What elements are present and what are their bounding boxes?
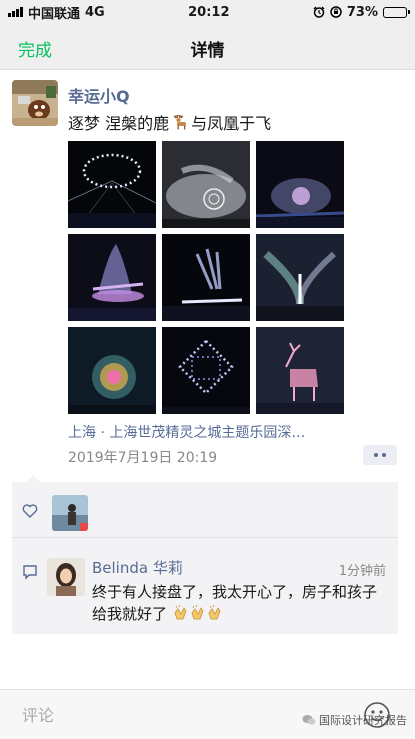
orientation-lock-icon	[330, 6, 342, 18]
commenter-avatar[interactable]	[47, 558, 85, 596]
interaction-panel: Belinda 华莉 1分钟前 终于有人接盘了，我太开心了，房子和孩子给我就好了	[12, 475, 398, 634]
watermark: 国际设计研究报告	[302, 712, 407, 728]
post-text-before: 逐梦 涅槃的鹿	[68, 114, 170, 133]
page-title: 详情	[190, 41, 225, 61]
photo-7[interactable]	[68, 327, 156, 414]
comment-time: 1分钟前	[338, 564, 386, 579]
photo-3[interactable]	[256, 141, 344, 228]
clap-emoji-icon	[191, 605, 204, 620]
photo-4[interactable]	[68, 234, 156, 321]
carrier-name: 中国联通	[28, 6, 81, 22]
signal-strength-icon	[8, 7, 23, 17]
post-timestamp: 2019年7月19日 20:19	[68, 450, 218, 466]
comment-input[interactable]	[10, 698, 350, 732]
nav-bar: 完成 详情	[0, 24, 415, 70]
battery-icon	[383, 6, 410, 18]
photo-5[interactable]	[162, 234, 250, 321]
alarm-icon	[313, 6, 325, 18]
photo-2[interactable]	[162, 141, 250, 228]
photo-1[interactable]	[68, 141, 156, 228]
photo-9[interactable]	[256, 327, 344, 414]
watermark-text: 国际设计研究报告	[319, 714, 407, 727]
dot-icon	[382, 453, 386, 457]
comment-icon	[23, 565, 37, 580]
photo-grid	[68, 141, 344, 415]
post-text: 逐梦 涅槃的鹿 与凤凰于飞	[68, 110, 271, 134]
post-location[interactable]: 上海 · 上海世茂精灵之城主题乐园深…	[68, 422, 358, 442]
battery-percent: 73%	[346, 4, 378, 20]
status-time: 20:12	[188, 4, 230, 20]
post-text-after: 与凤凰于飞	[191, 114, 272, 133]
poster-avatar[interactable]	[12, 80, 58, 126]
clap-emoji-icon	[174, 605, 187, 620]
comment-text[interactable]: 终于有人接盘了，我太开心了，房子和孩子给我就好了	[92, 581, 390, 625]
photo-8[interactable]	[162, 327, 250, 414]
wechat-icon	[302, 715, 316, 725]
heart-icon	[22, 504, 38, 518]
like-row	[12, 482, 398, 538]
liker-avatar[interactable]	[52, 495, 88, 531]
commenter-name[interactable]: Belinda 华莉	[92, 557, 183, 578]
deer-emoji-icon	[173, 114, 187, 130]
more-options-button[interactable]	[363, 445, 397, 465]
poster-name[interactable]: 幸运小Q	[68, 83, 130, 107]
comment-body: 终于有人接盘了，我太开心了，房子和孩子给我就好了	[92, 583, 378, 623]
status-bar: 中国联通 4G 20:12 73%	[0, 0, 415, 24]
clap-emoji-icon	[208, 605, 221, 620]
photo-6[interactable]	[256, 234, 344, 321]
network-type: 4G	[85, 4, 105, 20]
dot-icon	[374, 453, 378, 457]
